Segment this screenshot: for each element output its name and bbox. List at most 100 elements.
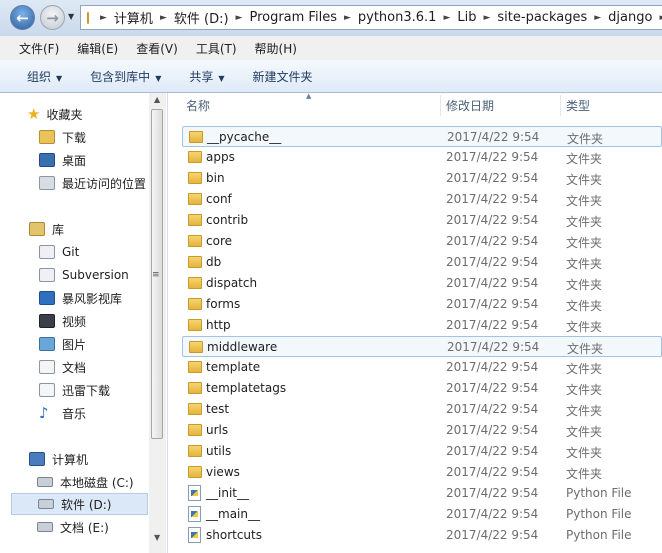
- file-type: 文件夹: [567, 342, 604, 356]
- scrollbar-grip-icon: ≡: [152, 270, 160, 280]
- folder-icon: [188, 445, 202, 457]
- file-type: 文件夹: [566, 404, 603, 418]
- nav-subversion-label: Subversion: [62, 268, 129, 282]
- file-row[interactable]: forms 2017/4/22 9:54 文件夹: [182, 294, 662, 315]
- organize-button[interactable]: 组织 ▼: [0, 68, 76, 85]
- file-type: 文件夹: [566, 236, 603, 250]
- recent-pages-dropdown-icon[interactable]: ▼: [68, 12, 74, 21]
- column-divider[interactable]: [560, 95, 561, 116]
- folder-icon: [188, 256, 202, 268]
- breadcrumb-python[interactable]: python3.6.1: [358, 10, 437, 25]
- scroll-up-arrow-icon[interactable]: ▲: [154, 95, 160, 104]
- chevron-right-icon[interactable]: ►: [483, 13, 490, 23]
- menu-view[interactable]: 查看(V): [127, 40, 187, 57]
- file-row[interactable]: bin 2017/4/22 9:54 文件夹: [182, 168, 662, 189]
- menu-tools[interactable]: 工具(T): [187, 40, 246, 57]
- file-type: Python File: [566, 486, 632, 500]
- file-row[interactable]: http 2017/4/22 9:54 文件夹: [182, 315, 662, 336]
- chevron-right-icon[interactable]: ►: [594, 13, 601, 23]
- chevron-right-icon[interactable]: ►: [344, 13, 351, 23]
- file-date-modified: 2017/4/22 9:54: [446, 402, 539, 416]
- file-row[interactable]: apps 2017/4/22 9:54 文件夹: [182, 147, 662, 168]
- nav-videos-label: 视频: [62, 314, 87, 329]
- column-type[interactable]: 类型: [566, 97, 590, 114]
- breadcrumb-lib[interactable]: Lib: [457, 10, 476, 25]
- file-date-modified: 2017/4/22 9:54: [446, 150, 539, 164]
- breadcrumb-computer[interactable]: 计算机: [114, 8, 153, 27]
- file-row[interactable]: contrib 2017/4/22 9:54 文件夹: [182, 210, 662, 231]
- share-button[interactable]: 共享 ▼: [175, 68, 238, 85]
- file-row[interactable]: template 2017/4/22 9:54 文件夹: [182, 357, 662, 378]
- file-date-modified: 2017/4/22 9:54: [446, 507, 539, 521]
- file-name: __main__: [206, 507, 260, 521]
- breadcrumb-site-packages[interactable]: site-packages: [497, 10, 587, 25]
- file-date-modified: 2017/4/22 9:54: [446, 171, 539, 185]
- new-folder-button[interactable]: 新建文件夹: [239, 68, 327, 85]
- file-row[interactable]: conf 2017/4/22 9:54 文件夹: [182, 189, 662, 210]
- file-row[interactable]: utils 2017/4/22 9:54 文件夹: [182, 441, 662, 462]
- drive-e-icon: [37, 522, 53, 532]
- include-in-library-button[interactable]: 包含到库中 ▼: [76, 68, 175, 85]
- nav-drive-d-label: 软件 (D:): [61, 497, 112, 512]
- file-name: urls: [206, 423, 229, 437]
- folder-icon: [188, 403, 202, 415]
- file-name: templatetags: [206, 381, 287, 395]
- folder-icon: [189, 341, 203, 353]
- desktop-icon: [39, 153, 55, 167]
- file-date-modified: 2017/4/22 9:54: [446, 276, 539, 290]
- chevron-right-icon[interactable]: ►: [100, 13, 107, 23]
- scroll-down-arrow-icon[interactable]: ▼: [154, 533, 160, 542]
- folder-icon: [188, 466, 202, 478]
- file-name: forms: [206, 297, 241, 311]
- column-name[interactable]: 名称: [186, 97, 210, 114]
- nav-recent-places-label: 最近访问的位置: [62, 176, 147, 191]
- column-divider[interactable]: [440, 95, 441, 116]
- file-row[interactable]: dispatch 2017/4/22 9:54 文件夹: [182, 273, 662, 294]
- file-row[interactable]: views 2017/4/22 9:54 文件夹: [182, 462, 662, 483]
- file-row[interactable]: db 2017/4/22 9:54 文件夹: [182, 252, 662, 273]
- file-type: 文件夹: [566, 425, 603, 439]
- file-row[interactable]: test 2017/4/22 9:54 文件夹: [182, 399, 662, 420]
- navigation-scrollbar[interactable]: ▲ ≡ ▼: [149, 93, 166, 553]
- chevron-right-icon[interactable]: ►: [160, 13, 167, 23]
- menu-edit[interactable]: 编辑(E): [68, 40, 127, 57]
- file-row[interactable]: middleware 2017/4/22 9:54 文件夹: [182, 336, 662, 357]
- menu-file[interactable]: 文件(F): [0, 40, 68, 57]
- file-date-modified: 2017/4/22 9:54: [446, 234, 539, 248]
- breadcrumb-drive-d[interactable]: 软件 (D:): [174, 8, 229, 27]
- file-row[interactable]: __main__ 2017/4/22 9:54 Python File: [182, 504, 662, 525]
- file-name: __pycache__: [207, 130, 282, 144]
- nav-thunder-downloads-label: 迅雷下载: [62, 383, 111, 398]
- file-row[interactable]: __pycache__ 2017/4/22 9:54 文件夹: [182, 126, 662, 147]
- column-date-modified[interactable]: 修改日期: [446, 97, 494, 114]
- video-library-icon: [39, 314, 55, 328]
- file-row[interactable]: urls 2017/4/22 9:54 文件夹: [182, 420, 662, 441]
- breadcrumb-program-files[interactable]: Program Files: [249, 10, 337, 25]
- navigation-pane: ★ 收藏夹 下载 桌面 最近访问的位置 库 Git Subversion 暴风影…: [0, 93, 168, 553]
- chevron-right-icon[interactable]: ►: [443, 13, 450, 23]
- file-row[interactable]: __init__ 2017/4/22 9:54 Python File: [182, 483, 662, 504]
- file-row[interactable]: core 2017/4/22 9:54 文件夹: [182, 231, 662, 252]
- nav-libraries[interactable]: 库: [29, 218, 167, 240]
- file-row[interactable]: shortcuts 2017/4/22 9:54 Python File: [182, 525, 662, 546]
- caret-down-icon: ▼: [218, 73, 225, 83]
- nav-computer[interactable]: 计算机: [29, 448, 167, 470]
- file-type: Python File: [566, 528, 632, 542]
- nav-libraries-label: 库: [52, 222, 65, 237]
- pictures-library-icon: [39, 337, 55, 351]
- breadcrumb[interactable]: ► 计算机 ► 软件 (D:) ► Program Files ► python…: [80, 5, 662, 30]
- file-row[interactable]: templatetags 2017/4/22 9:54 文件夹: [182, 378, 662, 399]
- menu-help[interactable]: 帮助(H): [246, 40, 306, 57]
- file-type: 文件夹: [566, 152, 603, 166]
- back-button[interactable]: ←: [10, 5, 35, 30]
- nav-favorites[interactable]: ★ 收藏夹: [27, 103, 167, 125]
- address-bar: ← → ▼ ► 计算机 ► 软件 (D:) ► Program Files ► …: [0, 0, 662, 36]
- file-type: 文件夹: [566, 173, 603, 187]
- file-name: http: [206, 318, 231, 332]
- forward-button[interactable]: →: [40, 5, 65, 30]
- file-date-modified: 2017/4/22 9:54: [446, 465, 539, 479]
- nav-drive-d[interactable]: 软件 (D:): [11, 493, 148, 515]
- file-type: 文件夹: [566, 320, 603, 334]
- chevron-right-icon[interactable]: ►: [236, 13, 243, 23]
- breadcrumb-django[interactable]: django: [608, 10, 652, 25]
